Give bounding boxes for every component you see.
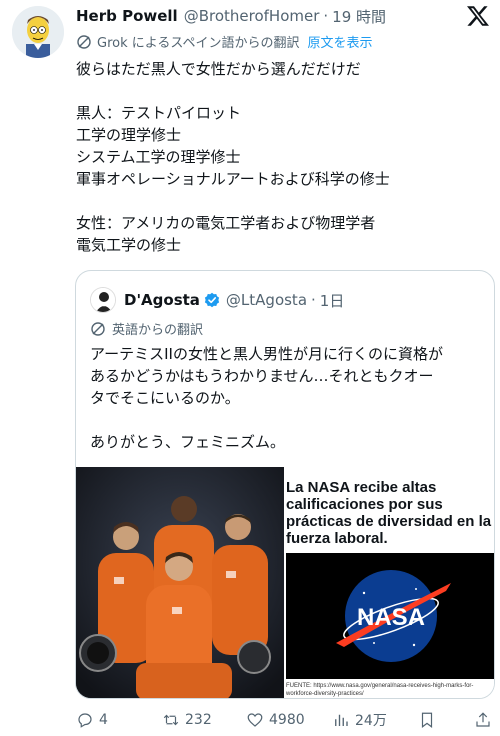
post-text-line: 黒人：テストパイロット xyxy=(76,104,242,122)
quoted-media[interactable]: La NASA recibe altas calificaciones por … xyxy=(76,467,494,698)
separator-dot: · xyxy=(311,291,316,309)
post-header: Herb Powell @BrotherofHomer · 19 時間 xyxy=(76,4,456,28)
view-count: 24万 xyxy=(355,713,387,729)
author-avatar[interactable] xyxy=(12,6,64,58)
reply-icon xyxy=(78,713,92,728)
quoted-text-line: あるかどうかはもうわかりません…それともクオー xyxy=(90,367,434,385)
translation-label: Grok によるスペイン語からの翻訳 xyxy=(97,36,300,51)
share-button[interactable] xyxy=(474,708,497,732)
views-button[interactable]: 24万 xyxy=(332,708,387,732)
heart-icon xyxy=(247,713,263,727)
quoted-translation-label: 英語からの翻訳 xyxy=(112,323,204,338)
author-handle[interactable]: @BrotherofHomer xyxy=(184,7,320,25)
article-headline-line: calificaciones por sus xyxy=(286,496,443,513)
nasa-logo-panel: NASA xyxy=(286,553,494,679)
translation-note: Grok によるスペイン語からの翻訳 原文を表示 xyxy=(76,32,372,51)
repost-icon xyxy=(163,714,179,726)
article-source: FUENTE: https://www.nasa.gov/general/nas… xyxy=(286,683,474,697)
translate-icon xyxy=(77,34,91,49)
post-text-line: 女性：アメリカの電気工学者および物理学者 xyxy=(76,214,376,232)
post-text-line: 軍事オペレーショナルアートおよび科学の修士 xyxy=(76,170,390,188)
quoted-time[interactable]: 1日 xyxy=(320,290,345,311)
quoted-author-avatar[interactable] xyxy=(90,287,116,313)
article-headline-line: La NASA recibe altas xyxy=(286,479,437,496)
show-original-link[interactable]: 原文を表示 xyxy=(307,32,372,51)
article-headline: La NASA recibe altas calificaciones por … xyxy=(286,479,494,547)
bookmark-icon xyxy=(421,712,433,728)
quoted-post[interactable]: D'Agosta @LtAgosta · 1日 英語からの翻訳 アーテミスIIの… xyxy=(75,270,495,699)
reply-button[interactable]: 4 xyxy=(76,708,108,732)
like-button[interactable]: 4980 xyxy=(246,708,305,732)
separator-dot: · xyxy=(323,7,329,25)
post-text-line: 工学の理学修士 xyxy=(76,126,182,144)
post-text: 彼らはただ黒人で女性だから選んだだけだ 黒人：テストパイロット 工学の理学修士 … xyxy=(76,58,486,256)
post-text-line: システム工学の理学修士 xyxy=(76,148,241,166)
x-logo-icon[interactable] xyxy=(466,4,490,28)
like-count: 4980 xyxy=(269,712,305,728)
quoted-text: アーテミスIIの女性と黒人男性が月に行くのに資格が あるかどうかはもうわかりませ… xyxy=(90,343,486,453)
reply-count: 4 xyxy=(99,712,108,728)
post-text-line: 彼らはただ黒人で女性だから選んだだけだ xyxy=(76,60,361,78)
repost-button[interactable]: 232 xyxy=(162,708,212,732)
quoted-author-name[interactable]: D'Agosta xyxy=(124,291,200,309)
quoted-text-line: タでそこにいるのか。 xyxy=(90,389,240,407)
share-icon xyxy=(476,712,490,727)
quoted-translation-note: 英語からの翻訳 xyxy=(90,319,203,338)
post-text-line: 電気工学の修士 xyxy=(76,236,182,254)
translate-icon xyxy=(91,321,105,336)
bookmark-button[interactable] xyxy=(418,708,441,732)
repost-count: 232 xyxy=(185,712,212,728)
article-image[interactable]: La NASA recibe altas calificaciones por … xyxy=(284,467,494,698)
quoted-author-handle[interactable]: @LtAgosta xyxy=(226,291,307,309)
quoted-text-line: ありがとう、フェミニズム。 xyxy=(90,433,286,451)
post-time[interactable]: 19 時間 xyxy=(332,6,386,27)
article-headline-line: prácticas de diversidad en la xyxy=(286,513,492,530)
astronaut-photo[interactable] xyxy=(76,467,284,698)
verified-badge-icon xyxy=(204,292,220,308)
quoted-header: D'Agosta @LtAgosta · 1日 xyxy=(124,287,344,313)
action-bar: 4 232 4980 24万 xyxy=(76,708,496,732)
author-name[interactable]: Herb Powell xyxy=(76,7,178,25)
article-headline-line: fuerza laboral. xyxy=(286,530,388,547)
quoted-text-line: アーテミスIIの女性と黒人男性が月に行くのに資格が xyxy=(90,345,443,363)
analytics-icon xyxy=(335,714,348,726)
nasa-logo-text: NASA xyxy=(357,604,425,631)
